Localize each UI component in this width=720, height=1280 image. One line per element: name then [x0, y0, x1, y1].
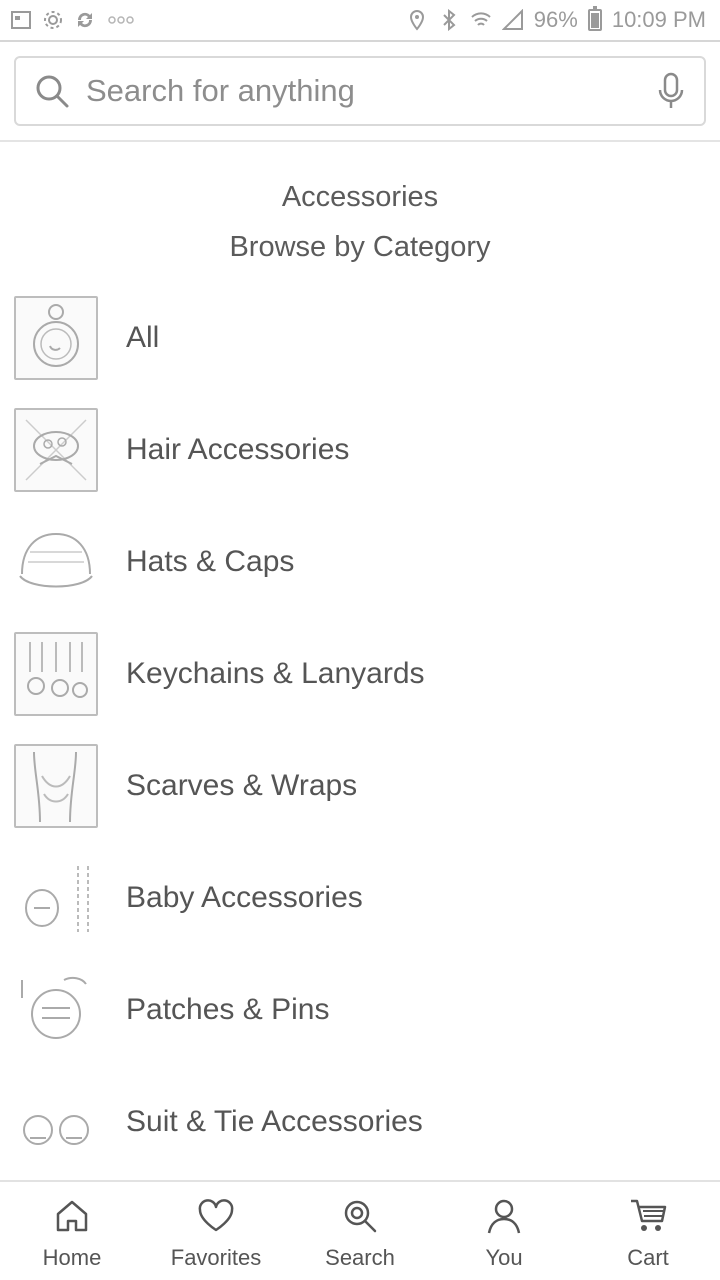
search-box[interactable] — [14, 56, 706, 126]
search-glass-icon — [32, 71, 72, 111]
nav-label: You — [485, 1244, 523, 1270]
patch-thumbnail — [14, 968, 98, 1052]
cufflinks-thumbnail — [14, 1080, 98, 1164]
page-title: Accessories — [281, 181, 439, 213]
image-icon — [10, 9, 32, 31]
search-input[interactable] — [86, 73, 654, 109]
page-header: Accessories Browse by Category — [0, 172, 720, 272]
nav-favorites[interactable]: Favorites — [144, 1182, 288, 1280]
category-item-all[interactable]: All — [0, 282, 720, 394]
category-label: Patches & Pins — [126, 993, 330, 1026]
category-label: Hair Accessories — [126, 433, 350, 466]
nav-cart[interactable]: Cart — [576, 1182, 720, 1280]
search-bar — [0, 42, 720, 142]
clock: 10:09 PM — [611, 7, 706, 32]
cap-thumbnail — [14, 520, 98, 604]
nav-search[interactable]: Search — [288, 1182, 432, 1280]
category-label: Hats & Caps — [126, 545, 295, 578]
location-icon — [406, 9, 428, 31]
nav-label: Home — [42, 1244, 102, 1270]
status-left — [10, 9, 136, 31]
category-label: All — [126, 321, 160, 354]
status-bar: 96% 10:09 PM — [0, 0, 720, 40]
microphone-icon[interactable] — [654, 71, 688, 111]
wifi-icon — [470, 9, 492, 31]
more-dots-icon — [106, 9, 136, 31]
category-item-scarves-wraps[interactable]: Scarves & Wraps — [0, 730, 720, 842]
status-right: 96% 10:09 PM — [406, 6, 706, 33]
signal-icon — [501, 9, 524, 31]
gear-icon — [42, 9, 64, 31]
category-label: Baby Accessories — [126, 881, 363, 914]
battery-icon — [587, 6, 602, 31]
keychain-thumbnail — [14, 632, 98, 716]
category-label: Keychains & Lanyards — [126, 657, 425, 690]
category-label: Scarves & Wraps — [126, 769, 358, 802]
category-item-hats-caps[interactable]: Hats & Caps — [0, 506, 720, 618]
hair-accessory-thumbnail — [14, 408, 98, 492]
baby-accessory-thumbnail — [14, 856, 98, 940]
scarf-thumbnail — [14, 744, 98, 828]
category-list: All Hair Accessories Hats & Caps Keychai… — [0, 282, 720, 1178]
cart-icon — [628, 1196, 668, 1241]
nav-you[interactable]: You — [432, 1182, 576, 1280]
category-item-patches-pins[interactable]: Patches & Pins — [0, 954, 720, 1066]
battery-percent: 96% — [533, 7, 578, 32]
nav-label: Search — [325, 1244, 395, 1270]
search-icon — [340, 1196, 380, 1241]
sync-icon — [74, 9, 96, 31]
category-label: Suit & Tie Accessories — [126, 1105, 423, 1138]
category-item-keychains-lanyards[interactable]: Keychains & Lanyards — [0, 618, 720, 730]
nav-label: Cart — [627, 1244, 669, 1270]
user-icon — [484, 1196, 524, 1241]
pocket-watch-thumbnail — [14, 296, 98, 380]
page-subtitle: Browse by Category — [229, 231, 491, 263]
home-icon — [52, 1196, 92, 1241]
bottom-navigation: Home Favorites Search You Cart — [0, 1180, 720, 1280]
nav-home[interactable]: Home — [0, 1182, 144, 1280]
category-item-suit-tie-accessories[interactable]: Suit & Tie Accessories — [0, 1066, 720, 1178]
screen: 96% 10:09 PM Accessories Browse by Categ… — [0, 0, 720, 1280]
category-item-hair-accessories[interactable]: Hair Accessories — [0, 394, 720, 506]
bluetooth-icon — [438, 9, 460, 31]
heart-icon — [196, 1196, 236, 1241]
nav-label: Favorites — [170, 1244, 262, 1270]
category-item-baby-accessories[interactable]: Baby Accessories — [0, 842, 720, 954]
